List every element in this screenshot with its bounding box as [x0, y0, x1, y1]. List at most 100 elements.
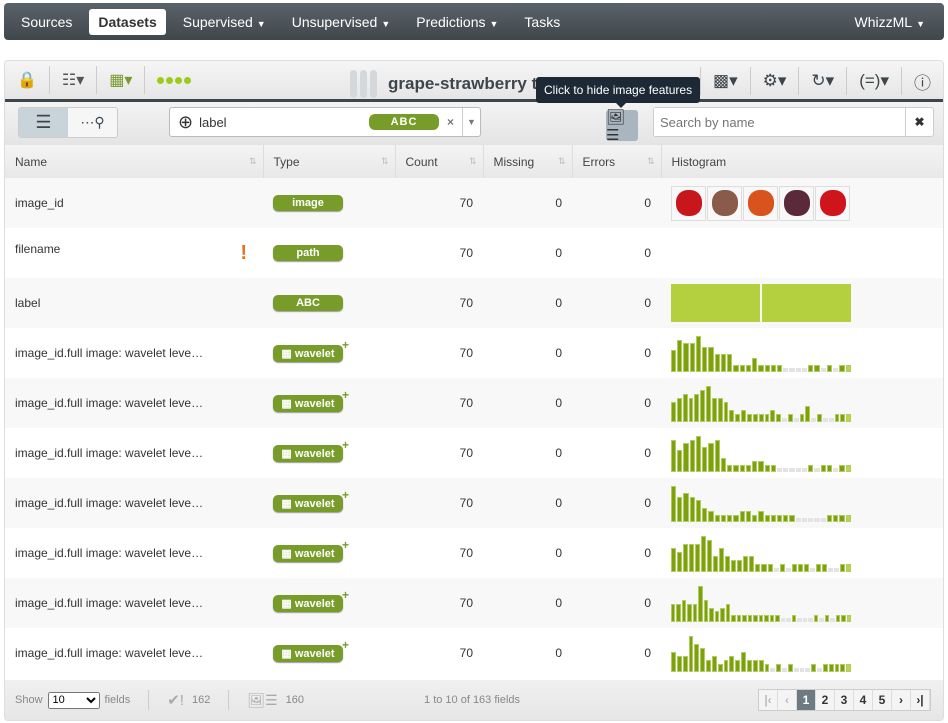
histogram-bar[interactable]: [783, 515, 789, 522]
histogram-bar[interactable]: [822, 418, 828, 422]
field-name[interactable]: image_id.full image: wavelet leve…: [15, 546, 203, 560]
histogram-bar[interactable]: [779, 564, 785, 572]
field-name[interactable]: filename: [15, 242, 60, 256]
histogram-bar[interactable]: [764, 365, 770, 372]
histogram-bar[interactable]: [700, 390, 706, 422]
histogram-bar[interactable]: [729, 656, 735, 672]
histogram-bar[interactable]: [783, 468, 789, 472]
search-input[interactable]: [654, 108, 905, 136]
histogram-bar[interactable]: [713, 556, 719, 572]
histogram-bar[interactable]: [791, 564, 797, 572]
histogram-bar[interactable]: [733, 515, 739, 522]
histogram-bar[interactable]: [786, 618, 791, 622]
field-name[interactable]: image_id.full image: wavelet leve…: [15, 496, 203, 510]
table-row[interactable]: image_id.full image: wavelet leve… ▦ wave…: [5, 528, 943, 578]
histogram-bar[interactable]: [770, 365, 776, 372]
histogram-bar[interactable]: [681, 600, 687, 622]
histogram-bar[interactable]: [702, 508, 708, 522]
histogram-bar[interactable]: [826, 515, 833, 522]
histogram-bar[interactable]: [795, 468, 801, 472]
histogram-bar[interactable]: [764, 465, 770, 472]
histogram-bar[interactable]: [769, 615, 775, 622]
histogram-bar[interactable]: [770, 410, 776, 422]
image-thumbnail[interactable]: [815, 185, 850, 221]
histogram-bar[interactable]: [752, 358, 758, 372]
gears-icon[interactable]: ⚙▾: [749, 67, 799, 95]
histogram-bar[interactable]: [746, 660, 752, 672]
histogram-bar[interactable]: [841, 615, 846, 622]
histogram-bar[interactable]: [731, 560, 737, 572]
histogram-bar[interactable]: [814, 365, 820, 372]
nav-item-predictions[interactable]: Predictions ▼: [407, 9, 507, 35]
table-row[interactable]: filename! path 70 0 0: [5, 228, 943, 278]
histogram-bar[interactable]: [683, 493, 689, 522]
histogram-bar[interactable]: [827, 568, 833, 572]
histogram-bar[interactable]: [682, 394, 688, 422]
histogram-bar[interactable]: [770, 465, 776, 472]
histogram-bar[interactable]: [727, 465, 733, 472]
last-page-icon[interactable]: ›|: [911, 690, 930, 710]
info-icon[interactable]: ⓘ: [901, 67, 943, 95]
histogram-bar[interactable]: [736, 615, 742, 622]
histogram-bar[interactable]: [719, 548, 725, 572]
histogram-bar[interactable]: [702, 447, 708, 472]
formula-icon[interactable]: (=)▾: [846, 67, 901, 95]
histogram-bar[interactable]: [776, 468, 783, 472]
list-view-icon[interactable]: ☰: [19, 108, 68, 137]
histogram-bar[interactable]: [776, 664, 782, 672]
histogram-bar[interactable]: [671, 440, 677, 472]
histogram-bar[interactable]: [671, 486, 677, 522]
histogram-bar[interactable]: [706, 660, 711, 672]
clear-icon[interactable]: ×: [447, 115, 454, 129]
histogram-bar[interactable]: [703, 600, 709, 622]
next-page-icon[interactable]: ›: [892, 690, 911, 710]
histogram-bar[interactable]: [808, 518, 814, 522]
histogram-bar[interactable]: [689, 544, 695, 572]
histogram-bar[interactable]: [834, 664, 840, 672]
histogram-bar[interactable]: [839, 564, 845, 572]
histogram-bar[interactable]: [846, 615, 851, 622]
histogram-bar[interactable]: [787, 664, 793, 672]
histogram-bar[interactable]: [803, 564, 809, 572]
histogram-bar[interactable]: [789, 515, 795, 522]
field-name[interactable]: image_id: [15, 196, 64, 210]
histogram-bar[interactable]: [747, 615, 753, 622]
histogram-bar[interactable]: [770, 668, 776, 672]
histogram-bar[interactable]: [707, 540, 713, 572]
histogram-bar[interactable]: [787, 414, 793, 422]
histogram-bar[interactable]: [828, 418, 834, 422]
histogram-bar[interactable]: [776, 515, 783, 522]
histogram-bar[interactable]: [739, 511, 745, 522]
histogram-bar[interactable]: [688, 636, 694, 672]
page-button[interactable]: 3: [835, 690, 854, 710]
histogram-bar[interactable]: [735, 414, 741, 422]
histogram-bar[interactable]: [767, 564, 773, 572]
histogram-bar[interactable]: [737, 560, 743, 572]
histogram-bar[interactable]: [689, 440, 695, 472]
histogram-bar[interactable]: [725, 604, 731, 622]
histogram-bar[interactable]: [789, 368, 795, 372]
histogram-bar[interactable]: [820, 465, 826, 472]
column-header-errors[interactable]: Errors ⇅: [572, 145, 662, 178]
histogram-bar[interactable]: [795, 518, 801, 522]
histogram-bar[interactable]: [758, 461, 764, 472]
histogram-bar[interactable]: [742, 615, 747, 622]
histogram-bar[interactable]: [702, 347, 708, 372]
histogram-bar[interactable]: [727, 515, 733, 522]
histogram-bar[interactable]: [706, 386, 711, 422]
histogram-bar[interactable]: [805, 668, 811, 672]
histogram-bar[interactable]: [695, 436, 702, 472]
histogram-bar[interactable]: [817, 414, 822, 422]
histogram-bar[interactable]: [727, 354, 733, 372]
histogram-bar[interactable]: [671, 652, 676, 672]
histogram-bar[interactable]: [717, 398, 723, 422]
histogram-bar[interactable]: [773, 568, 779, 572]
histogram-bar[interactable]: [833, 468, 839, 472]
histogram-bar[interactable]: [782, 668, 787, 672]
histogram-bar[interactable]: [725, 556, 731, 572]
histogram-bar[interactable]: [793, 668, 799, 672]
histogram-bar[interactable]: [808, 365, 814, 372]
histogram-bar[interactable]: [801, 518, 808, 522]
image-thumbnail[interactable]: [743, 185, 778, 221]
histogram-bar[interactable]: [808, 618, 813, 622]
